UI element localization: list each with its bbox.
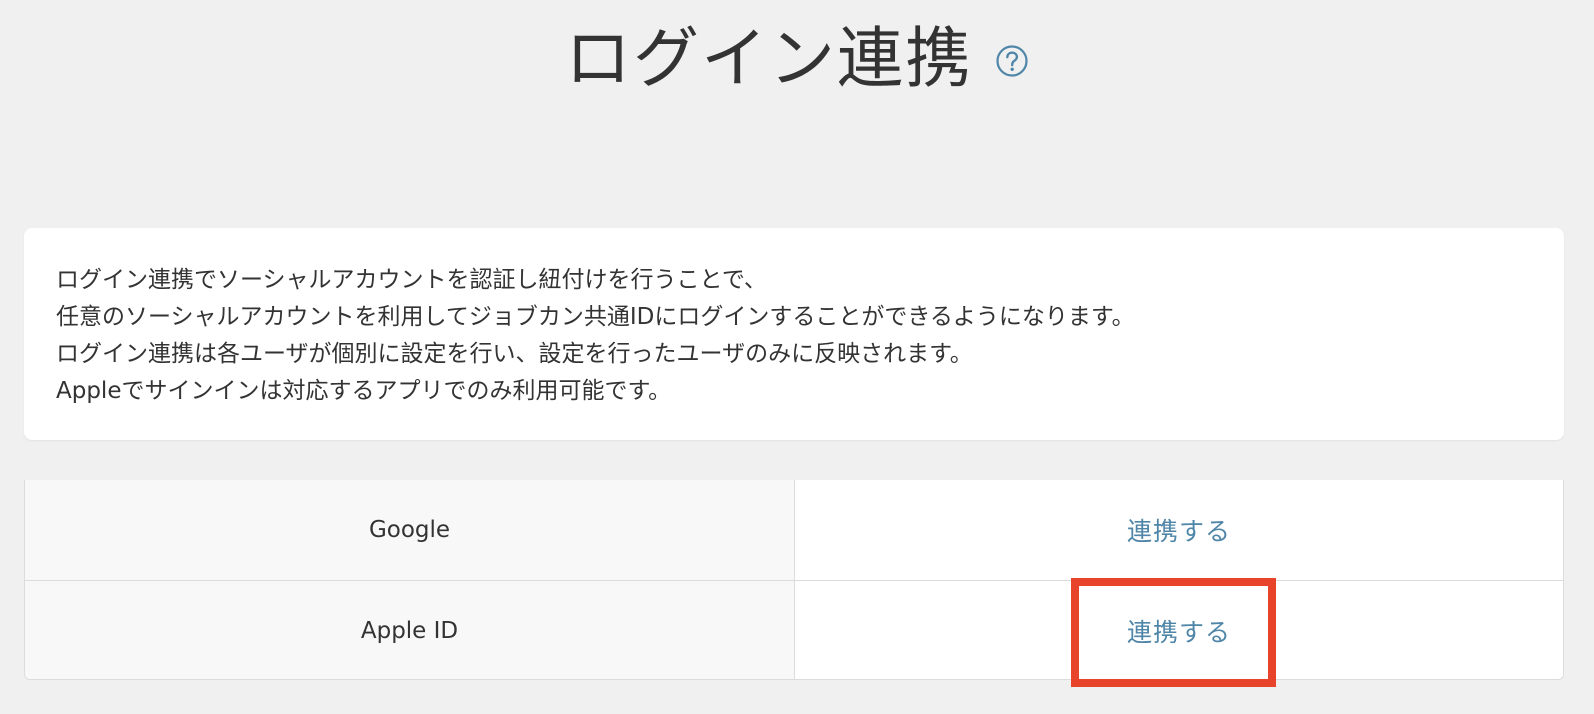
description-line: 任意のソーシャルアカウントを利用してジョブカン共通IDにログインすることができる…	[56, 304, 1135, 330]
description-card: ログイン連携でソーシャルアカウントを認証し紐付けを行うことで、 任意のソーシャル…	[24, 228, 1564, 440]
table-row-apple-id: Apple ID 連携する	[25, 580, 1563, 679]
login-link-table: Google 連携する Apple ID 連携する	[24, 480, 1564, 680]
page-title: ログイン連携	[565, 20, 973, 97]
description-line: ログイン連携でソーシャルアカウントを認証し紐付けを行うことで、	[56, 267, 767, 293]
link-google-button[interactable]: 連携する	[1127, 512, 1231, 548]
page-header: ログイン連携	[0, 14, 1594, 104]
action-cell-google: 連携する	[795, 480, 1563, 580]
description-line: Appleでサインインは対応するアプリでのみ利用可能です。	[56, 378, 672, 404]
provider-name-google: Google	[25, 480, 795, 580]
description-line: ログイン連携は各ユーザが個別に設定を行い、設定を行ったユーザのみに反映されます。	[56, 341, 973, 367]
help-question-icon[interactable]	[995, 44, 1029, 78]
link-apple-id-button[interactable]: 連携する	[1127, 613, 1231, 649]
action-cell-apple-id: 連携する	[795, 581, 1563, 679]
table-row-google: Google 連携する	[25, 480, 1563, 580]
provider-name-apple-id: Apple ID	[25, 581, 795, 679]
